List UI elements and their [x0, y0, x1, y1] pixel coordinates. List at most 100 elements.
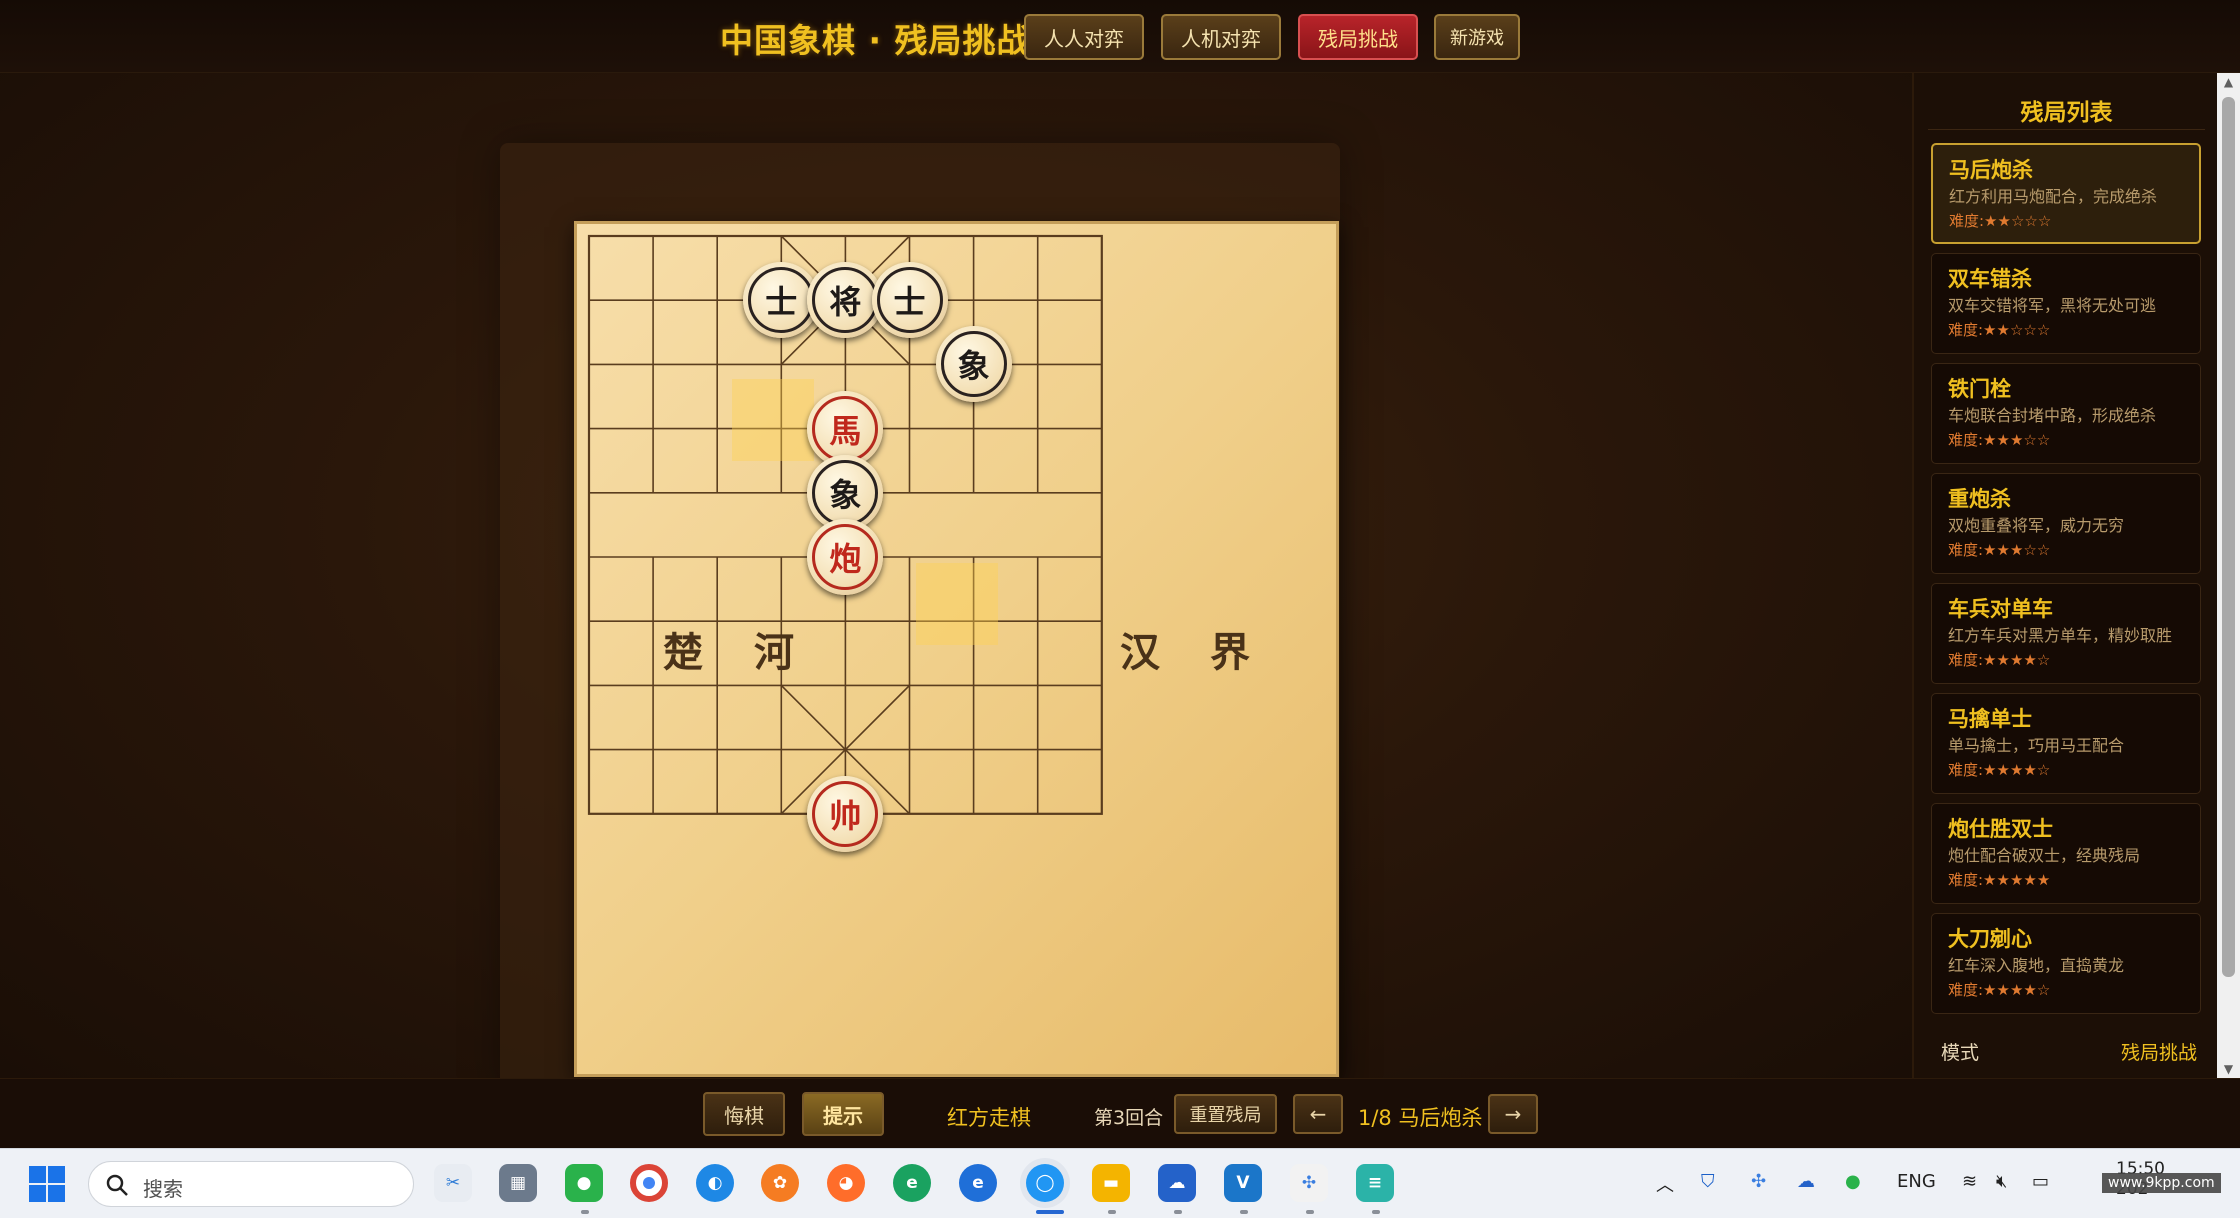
- control-bar: 悔棋 提示 红方走棋 第3回合 重置残局 ← 1/8 马后炮杀 →: [0, 1078, 2240, 1148]
- ie-icon[interactable]: e: [959, 1164, 997, 1202]
- running-indicator: [1306, 1210, 1314, 1214]
- piece-black-advisor[interactable]: 士: [871, 262, 948, 339]
- tray-network-app-icon[interactable]: ✣: [1751, 1171, 1766, 1192]
- puzzle-difficulty: 难度:★★★★☆: [1948, 761, 2051, 779]
- tray-wechat-icon[interactable]: ●: [1845, 1171, 1861, 1192]
- mode-button-pve[interactable]: 人机对弈: [1161, 14, 1281, 60]
- puzzle-card[interactable]: 重炮杀 双炮重叠将军，威力无穷 难度:★★★☆☆: [1931, 473, 2201, 574]
- puzzle-card[interactable]: 大刀剜心 红车深入腹地，直捣黄龙 难度:★★★★☆: [1931, 913, 2201, 1014]
- round-counter: 第3回合: [1094, 1107, 1164, 1129]
- scroll-down-arrow-icon[interactable]: ▼: [2217, 1060, 2240, 1078]
- puzzle-difficulty: 难度:★★☆☆☆: [1948, 321, 2051, 339]
- chrome-icon[interactable]: [630, 1164, 668, 1202]
- running-indicator: [1174, 1210, 1182, 1214]
- scroll-thumb[interactable]: [2222, 97, 2235, 977]
- undo-button[interactable]: 悔棋: [703, 1092, 785, 1136]
- turn-indicator: 红方走棋: [947, 1106, 1031, 1130]
- puzzle-desc: 双车交错将军，黑将无处可逃: [1948, 296, 2157, 315]
- new-game-button[interactable]: 新游戏: [1434, 14, 1520, 60]
- chess-board[interactable]: 楚 河 汉 界 士 将 士 象 馬 象 炮 帅: [574, 221, 1339, 1077]
- next-puzzle-button[interactable]: →: [1488, 1094, 1538, 1134]
- notepad-icon[interactable]: ≡: [1356, 1164, 1394, 1202]
- running-indicator: [1372, 1210, 1380, 1214]
- puzzle-card[interactable]: 马后炮杀 红方利用马炮配合，完成绝杀 难度:★★☆☆☆: [1931, 143, 2201, 244]
- scroll-up-arrow-icon[interactable]: ▲: [2217, 73, 2240, 91]
- puzzle-name: 马擒单士: [1948, 707, 2032, 731]
- puzzle-card[interactable]: 马擒单士 单马擒士，巧用马王配合 难度:★★★★☆: [1931, 693, 2201, 794]
- reset-puzzle-button[interactable]: 重置残局: [1174, 1094, 1277, 1134]
- network-app-icon[interactable]: ✣: [1290, 1164, 1328, 1202]
- mode-button-endgame[interactable]: 残局挑战: [1298, 14, 1418, 60]
- hint-button[interactable]: 提示: [802, 1092, 884, 1136]
- puzzle-desc: 红方利用马炮配合，完成绝杀: [1949, 187, 2158, 206]
- puzzle-card[interactable]: 炮仕胜双士 炮仕配合破双士，经典残局 难度:★★★★★: [1931, 803, 2201, 904]
- piece-black-elephant[interactable]: 象: [935, 326, 1012, 403]
- tray-onedrive-icon[interactable]: ☁: [1797, 1171, 1815, 1192]
- language-indicator[interactable]: ENG: [1897, 1171, 1936, 1192]
- piece-red-cannon[interactable]: 炮: [807, 519, 884, 595]
- river-text-han: 汉: [1120, 629, 1160, 676]
- puzzle-name: 双车错杀: [1948, 267, 2032, 291]
- puzzle-name: 重炮杀: [1948, 487, 2011, 511]
- file-explorer-icon[interactable]: ▬: [1092, 1164, 1130, 1202]
- browser-icon[interactable]: ◐: [696, 1164, 734, 1202]
- mode-button-pvp[interactable]: 人人对弈: [1024, 14, 1144, 60]
- windows-start-icon[interactable]: [29, 1166, 65, 1202]
- running-indicator: [581, 1210, 589, 1214]
- puzzle-difficulty: 难度:★★★☆☆: [1948, 431, 2051, 449]
- firefox-icon[interactable]: ◕: [827, 1164, 865, 1202]
- onedrive-icon[interactable]: ☁: [1158, 1164, 1196, 1202]
- puzzle-name: 炮仕胜双士: [1948, 817, 2053, 841]
- piece-label: 士: [893, 283, 926, 322]
- piece-label: 帅: [829, 796, 862, 835]
- running-indicator: [1240, 1210, 1248, 1214]
- piece-label: 炮: [829, 540, 862, 578]
- puzzle-list-panel: 残局列表 马后炮杀 红方利用马炮配合，完成绝杀 难度:★★☆☆☆ 双车错杀 双车…: [1912, 73, 2217, 1078]
- puzzle-card[interactable]: 车兵对单车 红方车兵对黑方单车，精妙取胜 难度:★★★★☆: [1931, 583, 2201, 684]
- mode-label: 模式: [1941, 1042, 1980, 1064]
- taskbar-search-box[interactable]: 搜索: [88, 1161, 414, 1207]
- puzzle-name: 铁门栓: [1948, 377, 2011, 401]
- piece-red-king[interactable]: 帅: [807, 775, 884, 852]
- paw-app-icon[interactable]: ✿: [761, 1164, 799, 1202]
- puzzle-desc: 双炮重叠将军，威力无穷: [1948, 516, 2125, 535]
- volume-muted-icon[interactable]: 🔇︎: [1996, 1171, 2007, 1192]
- puzzle-name: 车兵对单车: [1948, 597, 2053, 621]
- prev-puzzle-button[interactable]: ←: [1293, 1094, 1343, 1134]
- piece-label: 将: [829, 283, 862, 322]
- puzzle-desc: 单马擒士，巧用马王配合: [1948, 736, 2125, 755]
- snipping-tool-icon[interactable]: ✂: [434, 1164, 472, 1202]
- active-app-indicator: [1036, 1210, 1064, 1214]
- puzzle-desc: 炮仕配合破双士，经典残局: [1948, 846, 2141, 865]
- search-placeholder: 搜索: [143, 1177, 183, 1201]
- edge-icon[interactable]: e: [893, 1164, 931, 1202]
- river-text-he: 河: [754, 629, 794, 676]
- tray-overflow-chevron-icon[interactable]: ︿: [1656, 1171, 1674, 1197]
- piece-label: 象: [957, 347, 990, 386]
- puzzle-desc: 车炮联合封堵中路，形成绝杀: [1948, 406, 2157, 425]
- qq-browser-icon[interactable]: ◯: [1026, 1164, 1064, 1202]
- puzzle-difficulty: 难度:★★★★☆: [1948, 651, 2051, 669]
- river-text-jie: 界: [1210, 629, 1250, 676]
- wifi-icon[interactable]: ≋: [1962, 1171, 1977, 1192]
- vscode-icon[interactable]: V: [1224, 1164, 1262, 1202]
- panel-title: 残局列表: [2020, 100, 2113, 126]
- puzzle-index: 1/8 马后炮杀: [1358, 1106, 1483, 1130]
- battery-icon[interactable]: ▭: [2032, 1171, 2049, 1192]
- puzzle-desc: 红车深入腹地，直捣黄龙: [1948, 956, 2125, 975]
- tray-shield-icon[interactable]: ⛉: [1701, 1171, 1715, 1192]
- panel-scrollbar[interactable]: ▲ ▼: [2217, 73, 2240, 1078]
- search-icon: [106, 1174, 128, 1196]
- watermark: www.9kpp.com: [2102, 1173, 2221, 1193]
- calculator-icon[interactable]: ▦: [499, 1164, 537, 1202]
- taskbar: 搜索 ✂ ▦ ● ◐ ✿ ◕ e e ◯ ▬ ☁ V ✣ ≡ ︿ ⛉ ✣ ☁ ●…: [0, 1148, 2240, 1218]
- puzzle-card[interactable]: 双车错杀 双车交错将军，黑将无处可逃 难度:★★☆☆☆: [1931, 253, 2201, 354]
- game-area: 楚 河 汉 界 士 将 士 象 馬 象 炮 帅: [0, 73, 1912, 1093]
- wechat-icon[interactable]: ●: [565, 1164, 603, 1202]
- app-title: 中国象棋 · 残局挑战: [720, 21, 1031, 60]
- puzzle-difficulty: 难度:★★☆☆☆: [1949, 212, 2052, 230]
- puzzle-name: 马后炮杀: [1949, 158, 2033, 182]
- puzzle-name: 大刀剜心: [1948, 927, 2032, 951]
- puzzle-difficulty: 难度:★★★★★: [1948, 871, 2051, 889]
- puzzle-card[interactable]: 铁门栓 车炮联合封堵中路，形成绝杀 难度:★★★☆☆: [1931, 363, 2201, 464]
